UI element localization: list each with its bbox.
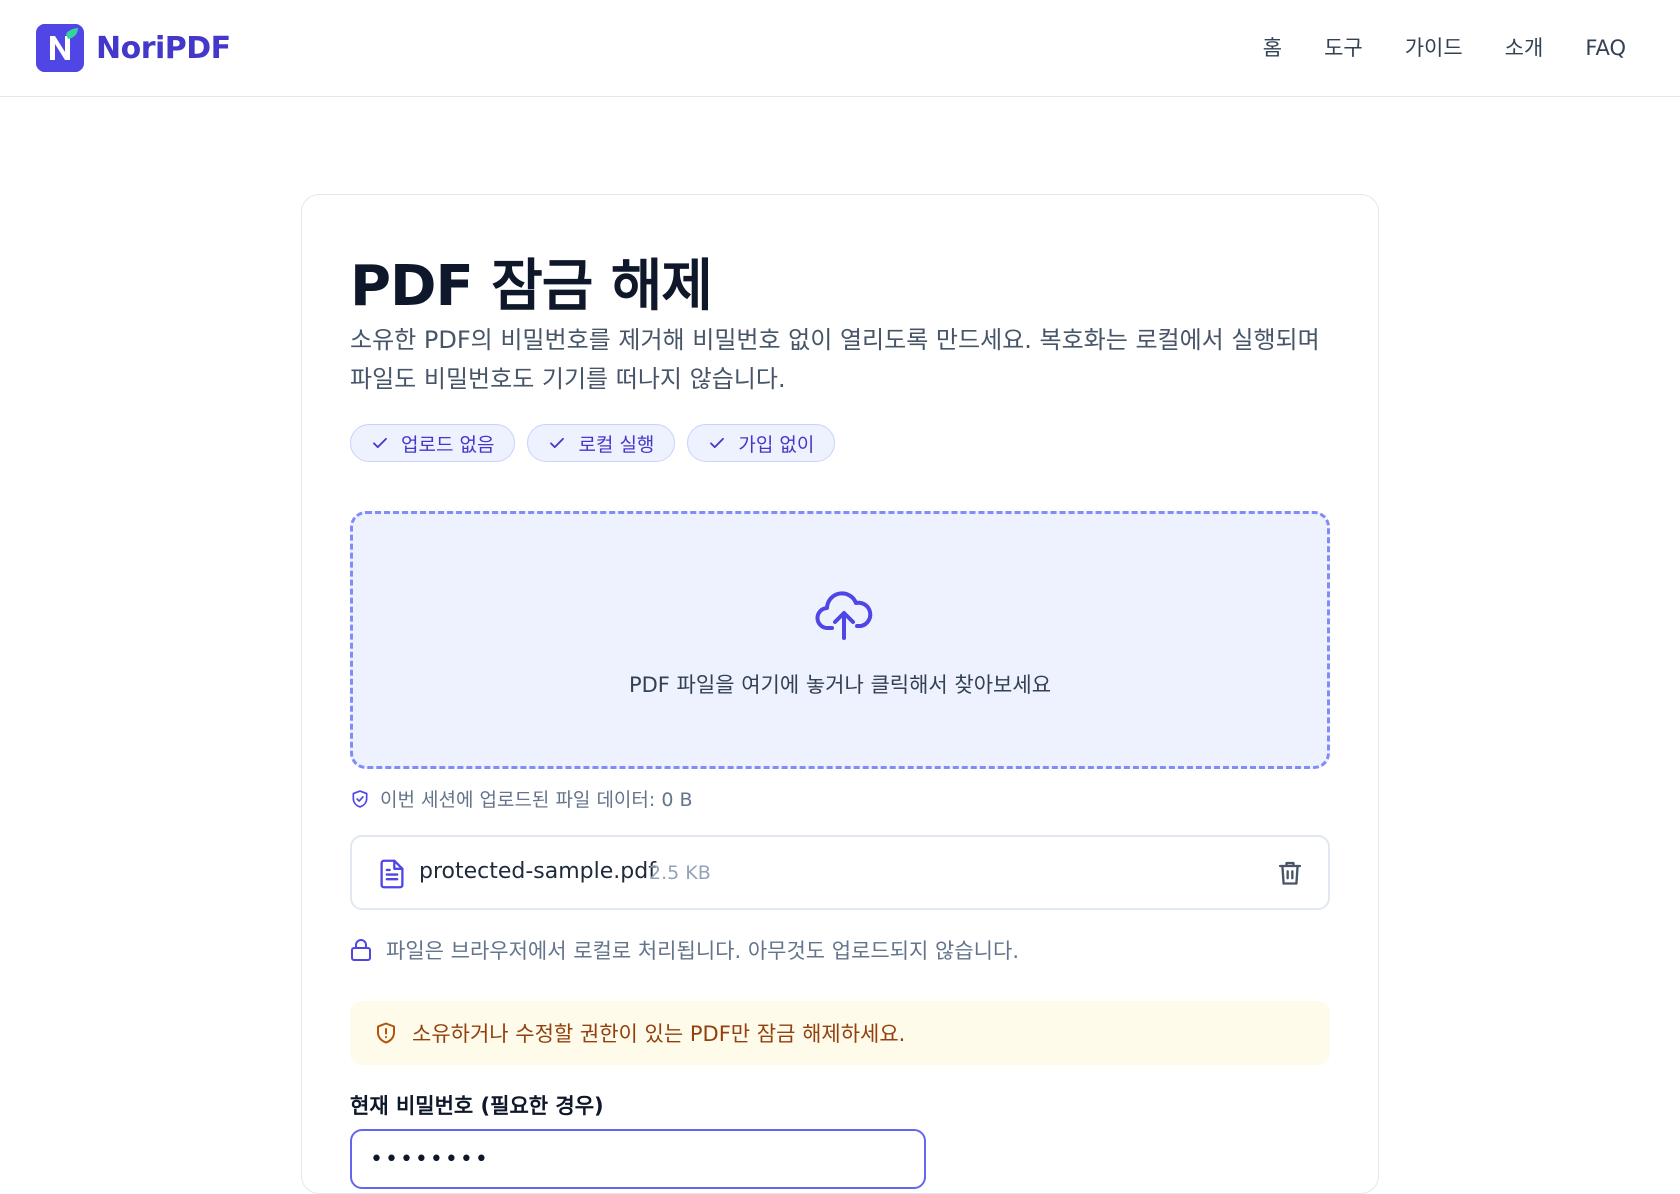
nav-tools[interactable]: 도구 [1324,30,1363,66]
nav-about[interactable]: 소개 [1505,30,1544,66]
page-description: 소유한 PDF의 비밀번호를 제거해 비밀번호 없이 열리도록 만드세요. 복호… [350,326,1320,393]
logo-icon [36,24,84,72]
brand-name: NoriPDF [96,30,231,66]
site-header: NoriPDF 홈 도구 가이드 소개 FAQ [0,0,1680,97]
shield-check-icon [352,789,368,808]
file-size: 2.5 KB [649,862,711,884]
session-info-text: 이번 세션에 업로드된 파일 데이터: 0 B [380,789,693,811]
cloud-upload-icon [815,591,873,640]
nav-guide[interactable]: 가이드 [1405,30,1463,66]
feature-badges: 업로드 없음 로컬 실행 가입 없이 [350,424,847,462]
main-nav: 홈 도구 가이드 소개 FAQ [1221,30,1626,66]
selected-file: protected-sample.pdf 2.5 KB [350,835,1330,910]
nav-faq[interactable]: FAQ [1585,30,1626,66]
file-dropzone[interactable]: PDF 파일을 여기에 놓거나 클릭해서 찾아보세요 [350,511,1330,769]
check-icon [550,437,565,449]
badge-label: 로컬 실행 [578,433,655,456]
warning-text: 소유하거나 수정할 권한이 있는 PDF만 잠금 해제하세요. [412,1022,906,1046]
local-processing-note: 파일은 브라우저에서 로컬로 처리됩니다. 아무것도 업로드되지 않습니다. [350,935,1019,965]
badge-no-signup: 가입 없이 [687,424,836,462]
brand[interactable]: NoriPDF [36,24,231,72]
password-input[interactable] [350,1129,926,1189]
shield-alert-icon [377,1022,395,1044]
lock-icon [351,939,371,961]
badge-no-upload: 업로드 없음 [350,424,516,462]
dropzone-text: PDF 파일을 여기에 놓거나 클릭해서 찾아보세요 [628,673,1052,697]
file-name: protected-sample.pdf [419,859,656,884]
badge-label: 가입 없이 [738,433,815,456]
page-title: PDF 잠금 해제 [350,254,713,319]
badge-label: 업로드 없음 [401,433,495,456]
password-label: 현재 비밀번호 (필요한 경우) [350,1094,604,1118]
local-note-text: 파일은 브라우저에서 로컬로 처리됩니다. 아무것도 업로드되지 않습니다. [386,939,1019,963]
unlock-card: PDF 잠금 해제 소유한 PDF의 비밀번호를 제거해 비밀번호 없이 열리도… [301,194,1379,1194]
nav-home[interactable]: 홈 [1263,30,1282,66]
check-icon [373,437,387,449]
badge-local: 로컬 실행 [527,424,676,462]
trash-icon[interactable] [1276,859,1304,887]
session-upload-info: 이번 세션에 업로드된 파일 데이터: 0 B [350,785,692,812]
permission-warning: 소유하거나 수정할 권한이 있는 PDF만 잠금 해제하세요. [350,1001,1330,1065]
check-icon [710,437,725,449]
file-document-icon [380,859,404,889]
